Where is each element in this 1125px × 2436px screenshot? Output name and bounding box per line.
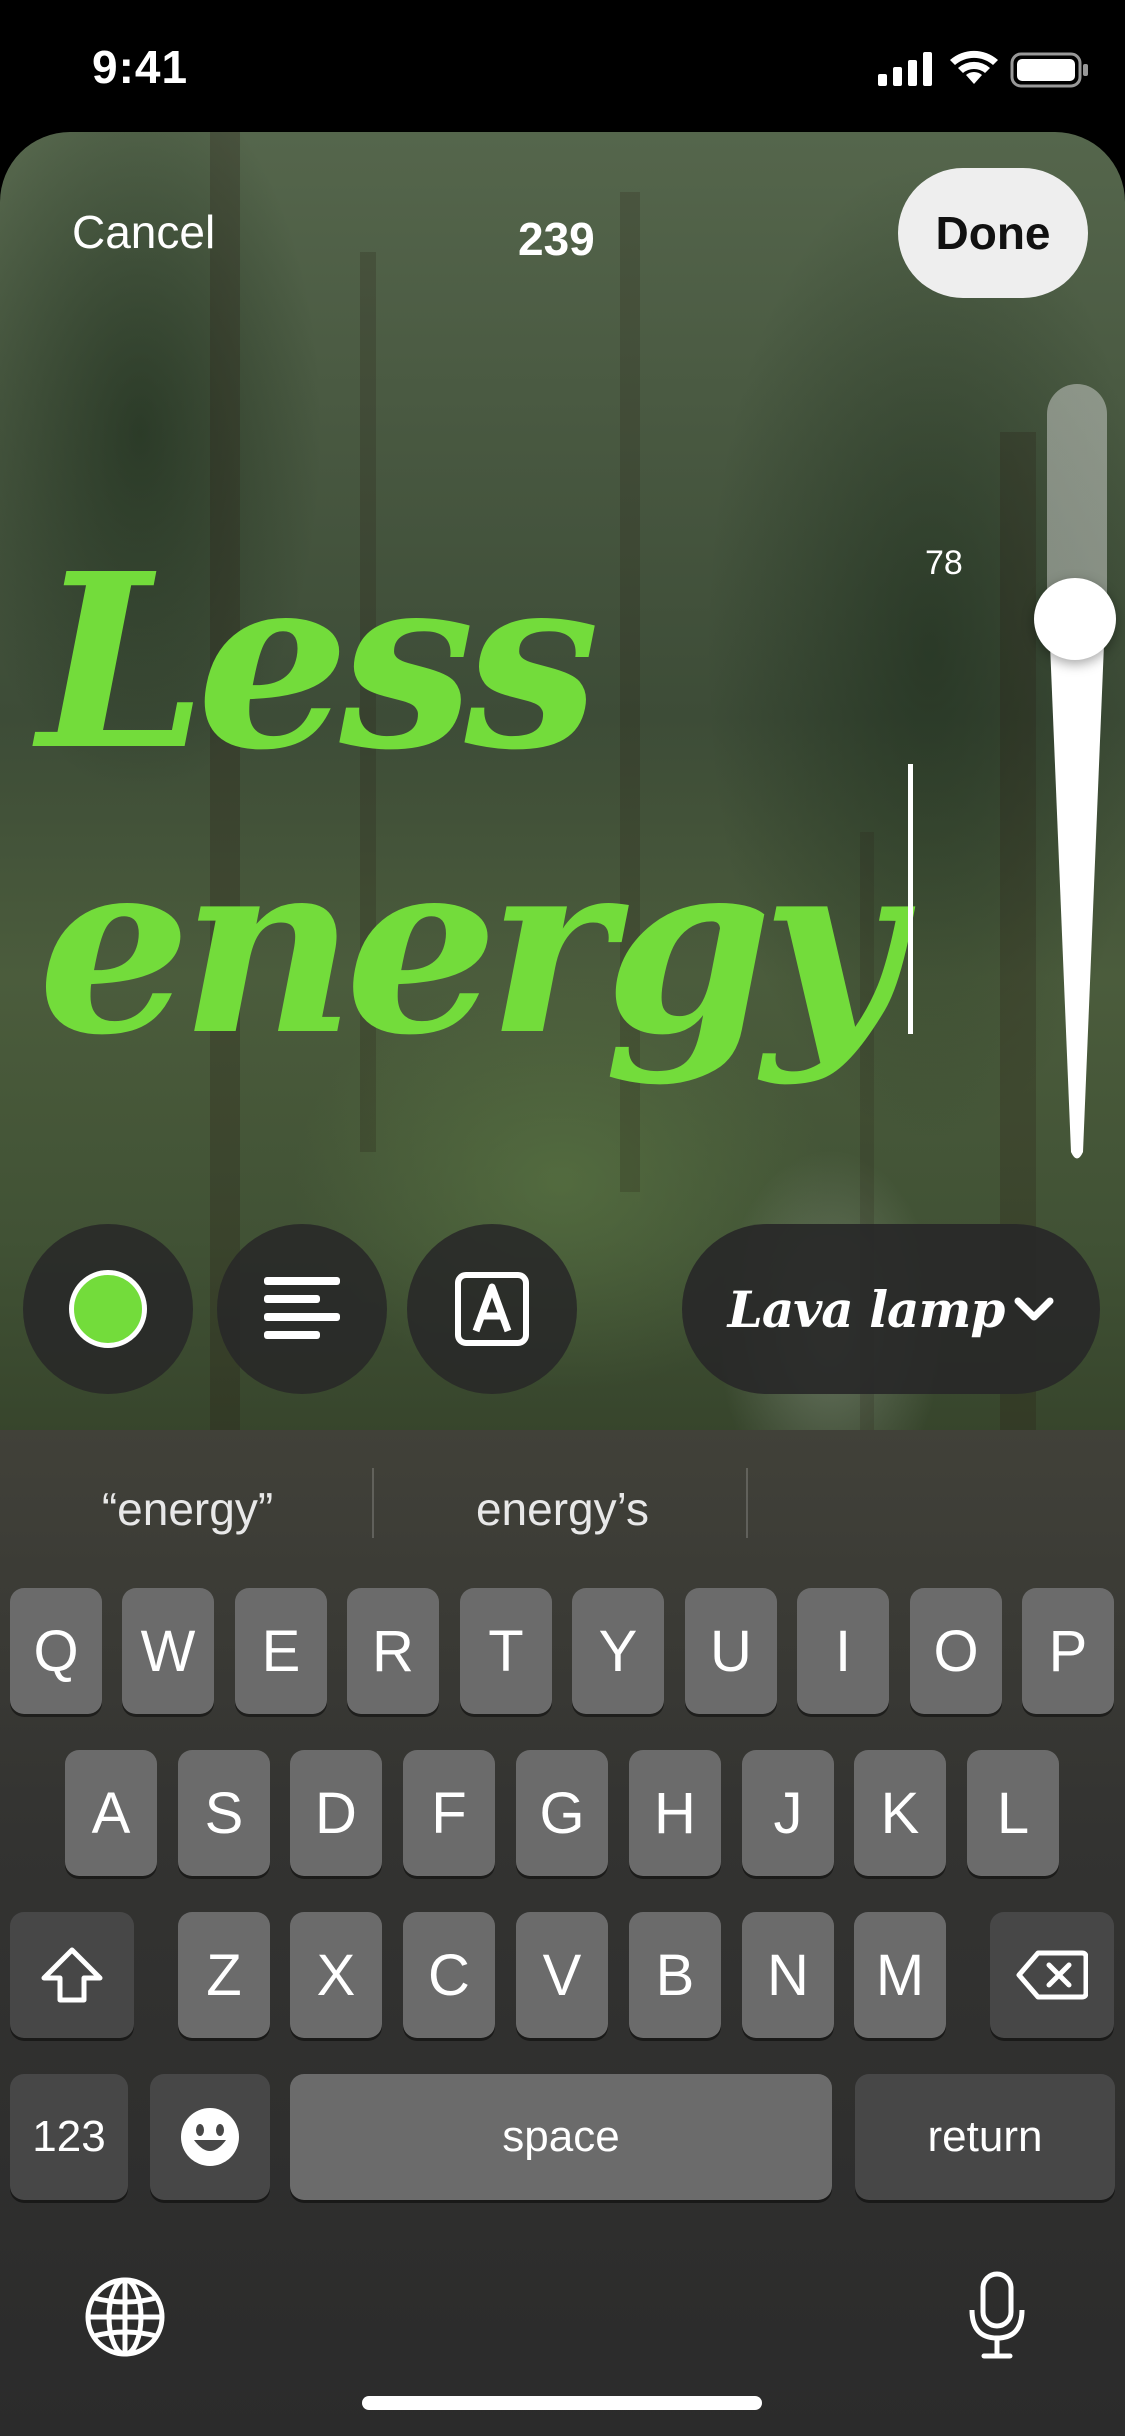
chevron-down-icon [1014,1297,1054,1321]
key-m[interactable]: M [854,1912,946,2038]
emoji-key[interactable] [150,2074,270,2200]
key-t[interactable]: T [460,1588,552,1714]
status-time: 9:41 [92,41,189,93]
text-style-button[interactable] [407,1224,577,1394]
key-r[interactable]: R [347,1588,439,1714]
text-style-icon [455,1272,529,1346]
cellular-signal-icon [878,52,932,86]
key-p[interactable]: P [1022,1588,1114,1714]
key-c[interactable]: C [403,1912,495,2038]
key-v[interactable]: V [516,1912,608,2038]
prediction-divider [372,1468,374,1538]
done-button[interactable]: Done [898,168,1088,298]
key-y[interactable]: Y [572,1588,664,1714]
prediction-2[interactable]: energy’s [390,1482,735,1536]
battery-icon [1010,52,1088,88]
delete-icon [1016,1950,1088,2000]
key-h[interactable]: H [629,1750,721,1876]
color-button[interactable] [23,1224,193,1394]
key-s[interactable]: S [178,1750,270,1876]
emoji-icon [181,2108,239,2166]
font-selector[interactable]: Lava lamp [682,1224,1100,1394]
key-n[interactable]: N [742,1912,834,2038]
globe-icon[interactable] [84,2276,166,2358]
slider-handle[interactable] [1034,578,1116,660]
key-w[interactable]: W [122,1588,214,1714]
key-g[interactable]: G [516,1750,608,1876]
key-q[interactable]: Q [10,1588,102,1714]
key-k[interactable]: K [854,1750,946,1876]
wifi-icon [950,50,998,84]
align-button[interactable] [217,1224,387,1394]
microphone-icon[interactable] [966,2270,1028,2362]
key-b[interactable]: B [629,1912,721,2038]
key-o[interactable]: O [910,1588,1002,1714]
headline-line-1: Less [38,521,600,803]
space-key[interactable]: space [290,2074,832,2200]
key-d[interactable]: D [290,1750,382,1876]
return-key[interactable]: return [855,2074,1115,2200]
numbers-key[interactable]: 123 [10,2074,128,2200]
align-left-icon [264,1277,340,1339]
key-z[interactable]: Z [178,1912,270,2038]
font-name: Lava lamp [727,1279,1006,1339]
cancel-button[interactable]: Cancel [72,205,215,259]
prediction-divider [746,1468,748,1538]
key-i[interactable]: I [797,1588,889,1714]
key-f[interactable]: F [403,1750,495,1876]
headline-text[interactable]: Less energy [38,520,998,1090]
prediction-1[interactable]: “energy” [30,1482,345,1536]
slider-fill [1049,620,1105,1159]
character-count: 239 [518,213,595,265]
delete-key[interactable] [990,1912,1114,2038]
key-x[interactable]: X [290,1912,382,2038]
shift-icon [41,1947,103,2003]
shift-key[interactable] [10,1912,134,2038]
home-indicator[interactable] [362,2396,762,2410]
key-e[interactable]: E [235,1588,327,1714]
key-u[interactable]: U [685,1588,777,1714]
headline-line-2: energy [38,806,902,1088]
color-swatch-icon [69,1270,147,1348]
key-j[interactable]: J [742,1750,834,1876]
text-cursor [908,764,913,1034]
key-l[interactable]: L [967,1750,1059,1876]
key-a[interactable]: A [65,1750,157,1876]
